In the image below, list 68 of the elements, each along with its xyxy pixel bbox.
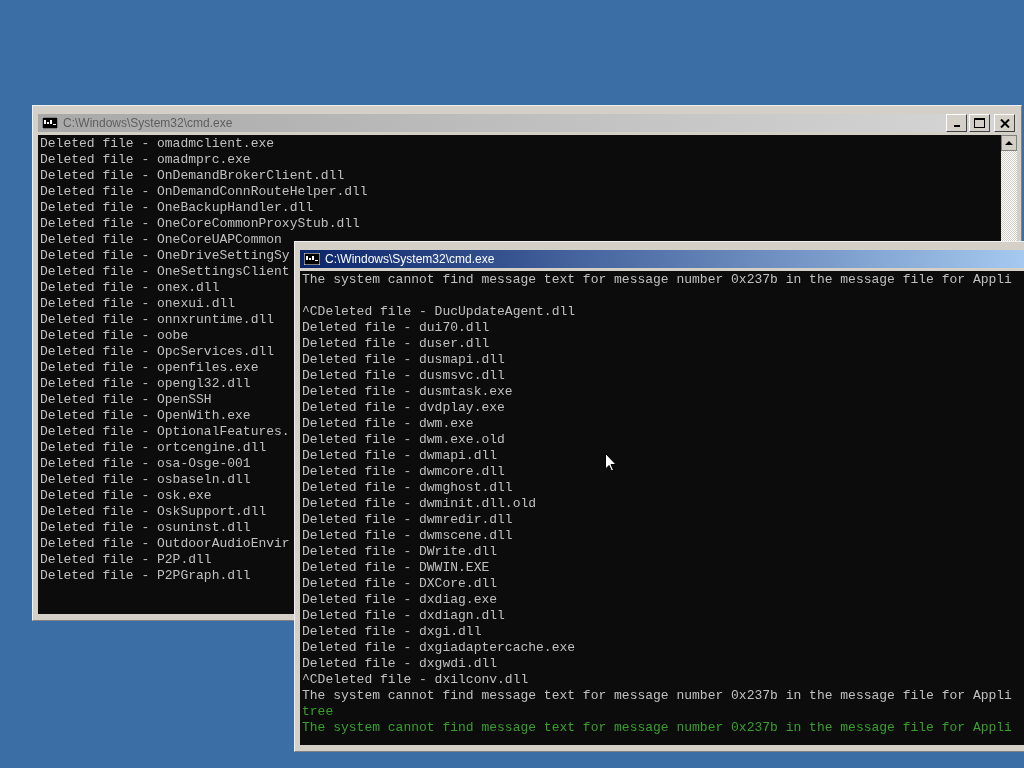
console-line: Deleted file - dwmghost.dll: [302, 480, 513, 496]
window-title: C:\Windows\System32\cmd.exe: [63, 116, 234, 130]
cursor-icon: [605, 453, 617, 472]
console-line: Deleted file - OneCoreUAPCommon: [40, 232, 282, 248]
console-line: tree: [302, 704, 334, 720]
console-line: Deleted file - duser.dll: [302, 336, 490, 352]
console-line: Deleted file - osbaseln.dll: [40, 472, 251, 488]
console-line: Deleted file - OpenSSH: [40, 392, 212, 408]
console-line: Deleted file - dusmapi.dll: [302, 352, 505, 368]
console-line: The system cannot find message text for message number 0x237b in the message file for Appli: [302, 688, 1012, 704]
console-line: Deleted file - osk.exe: [40, 488, 212, 504]
console-line: Deleted file - OpcServices.dll: [40, 344, 275, 360]
console-line: Deleted file - omadmprc.exe: [40, 152, 251, 168]
console-line: Deleted file - dxgiadaptercache.exe: [302, 640, 576, 656]
console-line: Deleted file - OneCoreCommonProxyStub.dll: [40, 216, 360, 232]
console-line: Deleted file - dusmtask.exe: [302, 384, 513, 400]
console-line: Deleted file - omadmclient.exe: [40, 136, 275, 152]
console-line: Deleted file - OneSettingsClient: [40, 264, 290, 280]
console-line: Deleted file - OskSupport.dll: [40, 504, 267, 520]
scrollbar[interactable]: [1001, 135, 1017, 239]
console-line: Deleted file - opengl32.dll: [40, 376, 251, 392]
console-line: Deleted file - onex.dll: [40, 280, 220, 296]
console-line: Deleted file - onnxruntime.dll: [40, 312, 275, 328]
console-icon: [42, 117, 58, 129]
maximize-icon: [974, 118, 985, 128]
console-line: Deleted file - OnDemandConnRouteHelper.dll: [40, 184, 368, 200]
console-line: Deleted file - osuninst.dll: [40, 520, 251, 536]
scroll-up-button[interactable]: [1001, 135, 1017, 151]
console-line: Deleted file - dxgwdi.dll: [302, 656, 498, 672]
console-line: Deleted file - dusmsvc.dll: [302, 368, 505, 384]
console-line: Deleted file - dwmcore.dll: [302, 464, 505, 480]
console-line: ^CDeleted file - DucUpdateAgent.dll: [302, 304, 576, 320]
console-line: The system cannot find message text for message number 0x237b in the message file for Appli: [302, 272, 1012, 288]
maximize-button[interactable]: [969, 114, 990, 132]
console-line: Deleted file - dwmredir.dll: [302, 512, 513, 528]
console-line: Deleted file - openfiles.exe: [40, 360, 259, 376]
console-line: Deleted file - dxdiagn.dll: [302, 608, 505, 624]
console-line: ^CDeleted file - dxilconv.dll: [302, 672, 529, 688]
close-icon: [999, 118, 1010, 128]
console-line: Deleted file - ortcengine.dll: [40, 440, 267, 456]
console-line: Deleted file - OpenWith.exe: [40, 408, 251, 424]
console-line: Deleted file - P2P.dll: [40, 552, 212, 568]
console-line: Deleted file - dxdiag.exe: [302, 592, 498, 608]
console-line: Deleted file - onexui.dll: [40, 296, 236, 312]
console-line: Deleted file - dwmapi.dll: [302, 448, 498, 464]
console-line: Deleted file - osa-Osge-001: [40, 456, 251, 472]
console-line: Deleted file - oobe: [40, 328, 189, 344]
console-line: Deleted file - dwm.exe: [302, 416, 474, 432]
close-button[interactable]: [994, 114, 1015, 132]
window-title: C:\Windows\System32\cmd.exe: [325, 252, 496, 266]
console-line: Deleted file - dwminit.dll.old: [302, 496, 537, 512]
console-line: Deleted file - dxgi.dll: [302, 624, 482, 640]
console-line: Deleted file - DWrite.dll: [302, 544, 498, 560]
console-line: Deleted file - OnDemandBrokerClient.dll: [40, 168, 345, 184]
console-line: Deleted file - dui70.dll: [302, 320, 490, 336]
console-line: Deleted file - OneBackupHandler.dll: [40, 200, 314, 216]
console-line: Deleted file - dvdplay.exe: [302, 400, 505, 416]
console-line: Deleted file - dwm.exe.old: [302, 432, 505, 448]
console-line: Deleted file - OutdoorAudioEnvir: [40, 536, 290, 552]
console-line: Deleted file - OneDriveSettingSy: [40, 248, 290, 264]
console-line: The system cannot find message text for message number 0x237b in the message file for Appli: [302, 720, 1012, 736]
console-line: Deleted file - dwmscene.dll: [302, 528, 513, 544]
console-icon: [304, 253, 320, 265]
console-line: Deleted file - DWWIN.EXE: [302, 560, 490, 576]
console-line: Deleted file - DXCore.dll: [302, 576, 498, 592]
console-line: Deleted file - OptionalFeatures.: [40, 424, 290, 440]
console-line: Deleted file - P2PGraph.dll: [40, 568, 251, 584]
minimize-button[interactable]: [946, 114, 967, 132]
